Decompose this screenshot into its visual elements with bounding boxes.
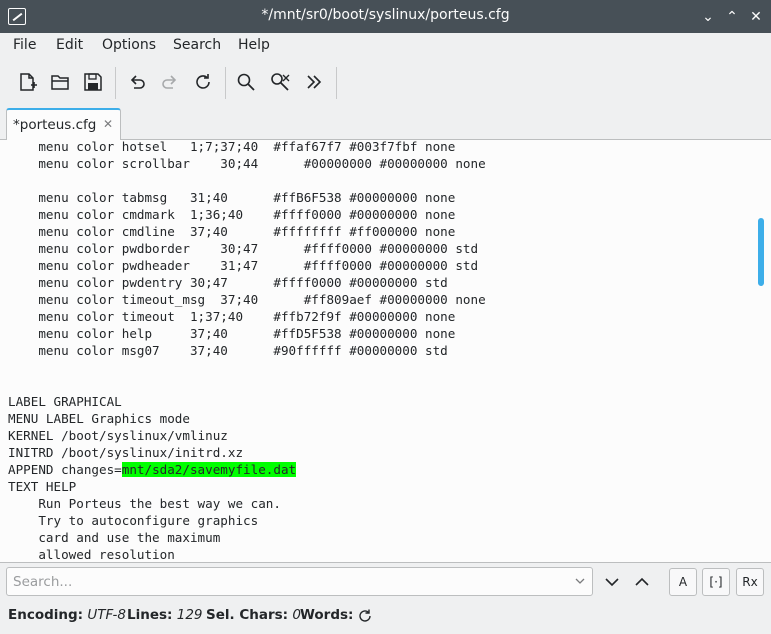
find-button[interactable] <box>231 67 261 97</box>
code-line: menu color pwdentry 30;47 #ffff0000 #000… <box>8 275 448 290</box>
tab-bar: *porteus.cfg ✕ <box>0 106 771 141</box>
window-title: */mnt/sr0/boot/syslinux/porteus.cfg <box>261 7 510 23</box>
tab-porteus-cfg[interactable]: *porteus.cfg ✕ <box>6 108 121 141</box>
new-document-button[interactable] <box>12 67 42 97</box>
code-line: menu color tabmsg 31;40 #ffB6F538 #00000… <box>8 190 456 205</box>
open-button[interactable] <box>45 67 75 97</box>
code-line: menu color hotsel 1;7;37;40 #ffaf67f7 #0… <box>8 140 456 154</box>
refresh-icon[interactable] <box>357 608 373 624</box>
code-line: allowed resolution <box>8 547 175 562</box>
redo-button[interactable] <box>155 67 185 97</box>
lines-status: Lines: 129 <box>127 607 203 623</box>
open-folder-icon <box>51 75 69 90</box>
undo-button[interactable] <box>122 67 152 97</box>
menu-bar: File Edit Options Search Help <box>0 33 771 58</box>
reload-button[interactable] <box>188 67 218 97</box>
code-line: menu color pwdheader 31;47 #ffff0000 #00… <box>8 258 479 273</box>
tab-label: *porteus.cfg <box>13 117 97 133</box>
status-bar: Encoding: UTF-8 Lines: 129 Sel. Chars: 0… <box>0 600 771 634</box>
highlighted-text[interactable]: mnt/sda2/savemyfile.dat <box>121 462 297 477</box>
save-button[interactable] <box>78 67 108 97</box>
tab-close-icon[interactable]: ✕ <box>100 116 116 132</box>
menu-file[interactable]: File <box>13 37 36 53</box>
scrollbar-thumb[interactable] <box>758 218 764 286</box>
sel-chars-status: Sel. Chars: 0 <box>206 607 301 623</box>
new-document-icon <box>20 73 37 91</box>
more-icon <box>307 75 322 89</box>
menu-options[interactable]: Options <box>102 37 156 53</box>
code-line-append: APPEND changes=mnt/sda2/savemyfile.dat <box>8 461 486 478</box>
regex-button[interactable]: Rx <box>736 568 764 596</box>
save-icon <box>84 73 102 91</box>
reload-icon <box>196 74 210 89</box>
code-line: LABEL GRAPHICAL <box>8 394 122 409</box>
more-button[interactable] <box>299 67 329 97</box>
code-line: menu color pwdborder 30;47 #ffff0000 #00… <box>8 241 479 256</box>
find-previous-button[interactable] <box>630 570 654 594</box>
code-line: menu color help 37;40 #ffD5F538 #0000000… <box>8 326 456 341</box>
find-next-button[interactable] <box>600 570 624 594</box>
code-line: TEXT HELP <box>8 479 77 494</box>
code-line: INITRD /boot/syslinux/initrd.xz <box>8 445 244 460</box>
arrow-up-icon <box>635 577 649 586</box>
code-line: menu color cmdmark 1;36;40 #ffff0000 #00… <box>8 207 456 222</box>
code-line: menu color cmdline 37;40 #ffffffff #ff00… <box>8 224 456 239</box>
undo-icon <box>130 75 145 89</box>
code-line: card and use the maximum <box>8 530 221 545</box>
find-replace-icon <box>271 73 290 91</box>
append-prefix: APPEND changes= <box>8 462 122 477</box>
vertical-scrollbar[interactable] <box>753 140 771 562</box>
toolbar-separator <box>115 67 116 99</box>
toolbar-separator <box>225 67 226 99</box>
search-bar: A [·] Rx <box>0 563 771 600</box>
text-editor[interactable]: menu color hotsel 1;7;37;40 #ffaf67f7 #0… <box>0 140 771 563</box>
code-area[interactable]: menu color hotsel 1;7;37;40 #ffaf67f7 #0… <box>8 140 486 562</box>
arrow-down-icon <box>605 578 619 587</box>
code-line: MENU LABEL Graphics mode <box>8 411 190 426</box>
toolbar <box>0 61 771 105</box>
code-line: menu color timeout_msg 37;40 #ff809aef #… <box>8 292 486 307</box>
match-case-button[interactable]: A <box>669 568 697 596</box>
menu-help[interactable]: Help <box>238 37 270 53</box>
menu-edit[interactable]: Edit <box>56 37 83 53</box>
words-status: Words: <box>300 607 354 623</box>
code-line: menu color scrollbar 30;44 #00000000 #00… <box>8 156 486 171</box>
maximize-icon[interactable]: ⌃ <box>722 7 742 27</box>
search-input[interactable] <box>6 567 593 596</box>
close-icon[interactable]: ✕ <box>746 7 766 27</box>
redo-icon <box>162 75 177 89</box>
code-line: menu color msg07 37;40 #90ffffff #000000… <box>8 343 448 358</box>
toolbar-separator <box>336 67 337 99</box>
find-replace-button[interactable] <box>265 67 295 97</box>
menu-search[interactable]: Search <box>173 37 221 53</box>
title-bar: */mnt/sr0/boot/syslinux/porteus.cfg ⌄ ⌃ … <box>0 0 771 33</box>
minimize-icon[interactable]: ⌄ <box>698 7 718 27</box>
find-icon <box>237 73 255 91</box>
whole-word-button[interactable]: [·] <box>702 568 730 596</box>
chevron-down-icon[interactable] <box>574 575 586 587</box>
encoding-status: Encoding: UTF-8 <box>8 607 126 623</box>
code-line: KERNEL /boot/syslinux/vmlinuz <box>8 428 228 443</box>
code-line: Run Porteus the best way we can. <box>8 496 281 511</box>
code-line: Try to autoconfigure graphics <box>8 513 259 528</box>
code-line: menu color timeout 1;37;40 #ffb72f9f #00… <box>8 309 456 324</box>
